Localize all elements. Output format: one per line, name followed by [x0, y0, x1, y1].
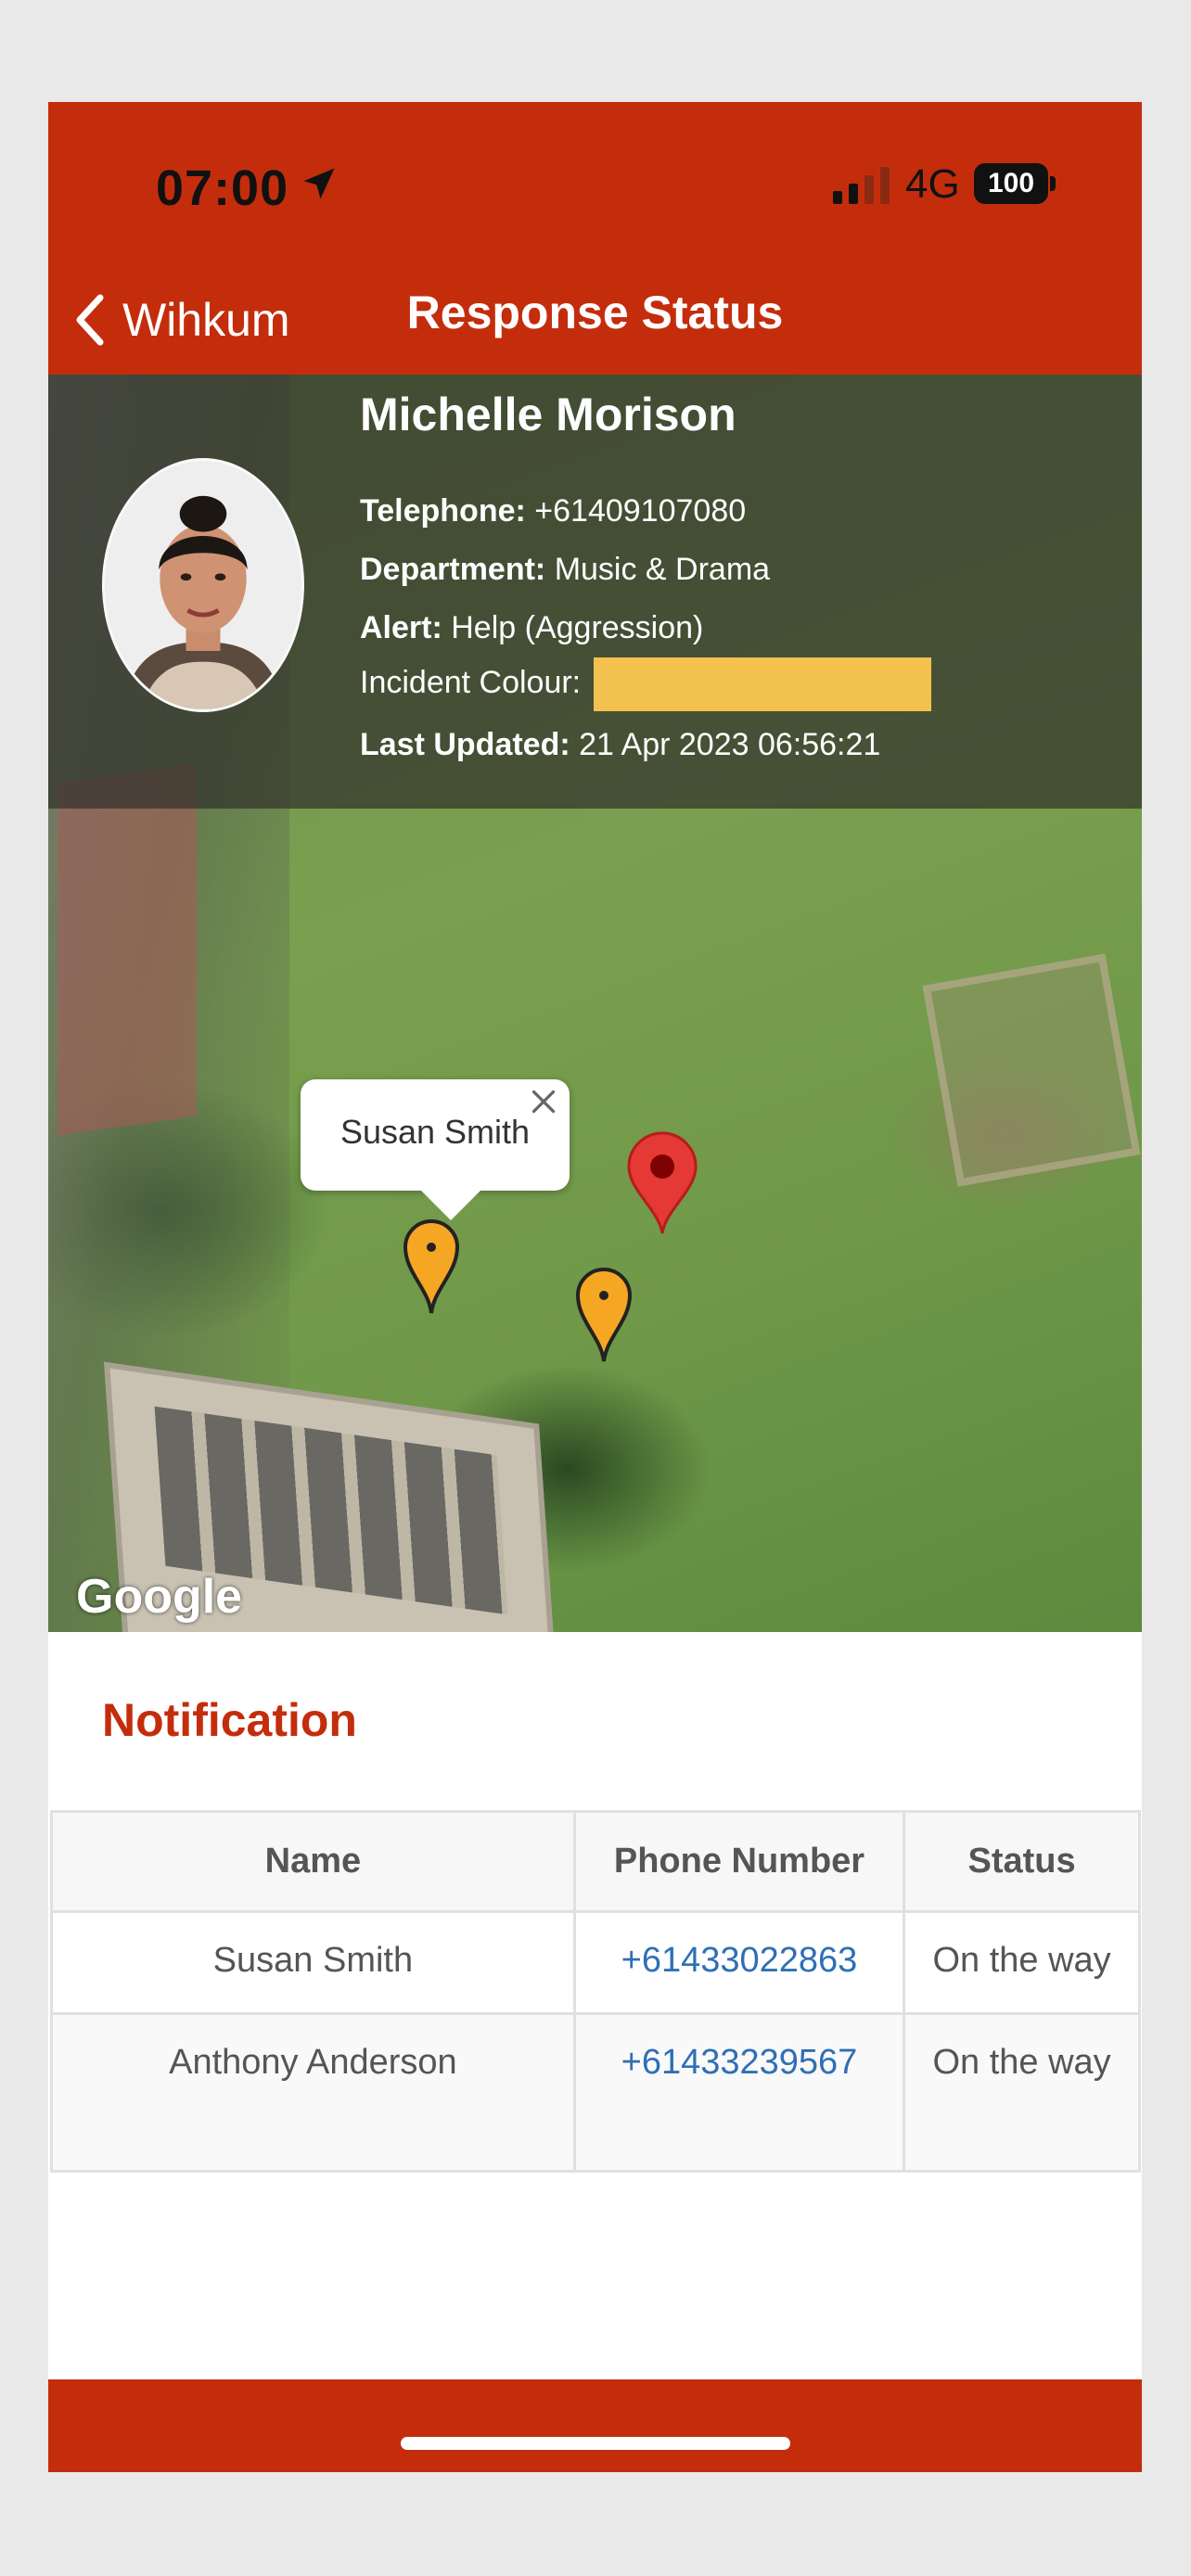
- battery-level: 100: [974, 163, 1048, 204]
- alert-label: Alert:: [360, 610, 442, 645]
- callout-text: Susan Smith: [339, 1113, 531, 1151]
- incident-marker-icon[interactable]: [625, 1131, 699, 1235]
- signal-icon: [833, 167, 890, 204]
- notification-title: Notification: [102, 1694, 357, 1746]
- last-updated-row: Last Updated: 21 Apr 2023 06:56:21: [360, 727, 880, 763]
- department-value: Music & Drama: [554, 552, 771, 587]
- map-view[interactable]: Michelle Morison Telephone: +61409107080…: [48, 375, 1142, 1632]
- map-court-area: [58, 763, 197, 1136]
- bottom-bar: [48, 2379, 1142, 2472]
- responder-name-text: Anthony Anderson: [169, 2043, 457, 2082]
- network-type: 4G: [905, 161, 960, 207]
- responder-marker-icon[interactable]: [575, 1267, 633, 1363]
- profile-overlay: Michelle Morison Telephone: +61409107080…: [48, 375, 1142, 809]
- battery-icon: 100: [974, 163, 1057, 204]
- department-label: Department:: [360, 552, 546, 587]
- table-row: Susan Smith +61433022863 On the way: [50, 1910, 1141, 2015]
- app-screen: 07:00 4G 100 Wihkum Response Status Mich…: [48, 102, 1142, 2472]
- page-title: Response Status: [406, 287, 784, 338]
- person-name: Michelle Morison: [360, 389, 736, 440]
- responder-status: On the way: [903, 1910, 1141, 2015]
- responder-phone-cell: +61433239567: [572, 2012, 906, 2173]
- telephone-row: Telephone: +61409107080: [360, 493, 746, 529]
- responder-status: On the way: [903, 2012, 1141, 2173]
- last-updated-value: 21 Apr 2023 06:56:21: [579, 727, 881, 762]
- alert-value: Help (Aggression): [451, 610, 704, 645]
- responder-marker-icon[interactable]: [403, 1218, 460, 1315]
- incident-colour-label: Incident Colour:: [360, 664, 582, 700]
- telephone-value: +61409107080: [534, 493, 747, 529]
- phone-link[interactable]: +61433022863: [621, 1941, 858, 1980]
- responder-name: Susan Smith: [50, 1910, 576, 2015]
- avatar: [102, 458, 304, 712]
- phone-link[interactable]: +61433239567: [621, 2043, 858, 2082]
- close-icon[interactable]: [527, 1085, 560, 1118]
- telephone-label: Telephone:: [360, 493, 526, 529]
- last-updated-label: Last Updated:: [360, 727, 570, 762]
- column-header-name: Name: [50, 1810, 576, 1913]
- marker-callout[interactable]: Susan Smith: [301, 1079, 570, 1191]
- notification-table: Name Phone Number Status Susan Smith +61…: [50, 1810, 1141, 2173]
- avatar-photo: [105, 461, 301, 709]
- table-header-row: Name Phone Number Status: [50, 1810, 1141, 1913]
- map-field-area: [922, 953, 1141, 1187]
- location-arrow-icon: [303, 168, 335, 199]
- table-row: Anthony Anderson +61433239567 On the way: [50, 2012, 1141, 2173]
- callout-tail: [419, 1189, 482, 1220]
- alert-row: Alert: Help (Aggression): [360, 610, 703, 646]
- column-header-status: Status: [903, 1810, 1141, 1913]
- responder-phone-cell: +61433022863: [572, 1910, 906, 2015]
- incident-colour-row: Incident Colour:: [360, 657, 932, 711]
- column-header-phone: Phone Number: [572, 1810, 906, 1913]
- incident-colour-swatch: [594, 657, 932, 711]
- google-attribution: Google: [76, 1570, 243, 1624]
- responder-name: Anthony Anderson: [50, 2012, 576, 2173]
- top-bar: 07:00 4G 100 Wihkum Response Status: [48, 102, 1142, 375]
- status-time: 07:00: [156, 160, 289, 216]
- department-row: Department: Music & Drama: [360, 552, 770, 588]
- home-indicator[interactable]: [401, 2437, 790, 2450]
